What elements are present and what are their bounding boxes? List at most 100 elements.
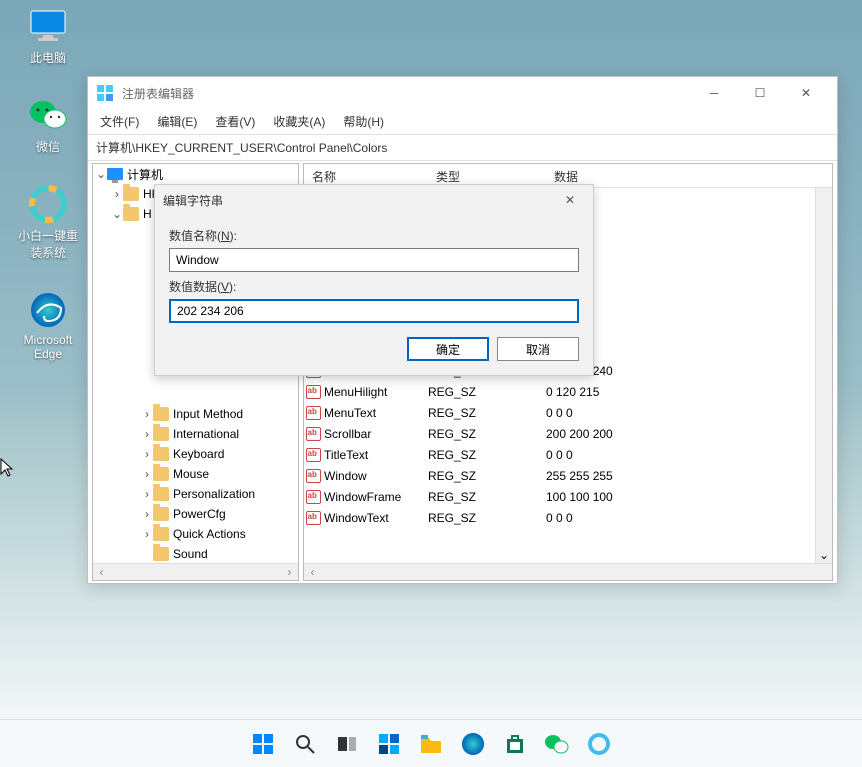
string-value-icon (306, 406, 321, 420)
menu-favorites[interactable]: 收藏夹(A) (265, 109, 333, 134)
folder-icon (123, 187, 139, 201)
desktop-icon-label: 微信 (36, 138, 60, 155)
chevron-right-icon[interactable]: › (141, 427, 153, 441)
scroll-left-icon[interactable]: ‹ (93, 564, 110, 580)
scroll-left-icon[interactable]: ‹ (304, 564, 321, 580)
table-row[interactable]: TitleTextREG_SZ0 0 0 (304, 444, 832, 465)
menu-edit[interactable]: 编辑(E) (149, 109, 205, 134)
regedit-icon (96, 84, 114, 102)
type-cell: REG_SZ (428, 469, 546, 483)
dialog-close-button[interactable]: ✕ (555, 193, 585, 207)
name-cell: MenuHilight (322, 385, 428, 399)
xiaobai-icon[interactable] (585, 730, 613, 758)
search-icon[interactable] (291, 730, 319, 758)
start-button[interactable] (249, 730, 277, 758)
tree-node[interactable]: Quick Actions (173, 527, 246, 541)
folder-icon (153, 407, 169, 421)
chevron-right-icon[interactable]: › (141, 487, 153, 501)
table-row[interactable]: MenuTextREG_SZ0 0 0 (304, 402, 832, 423)
tree-node[interactable]: Sound (173, 547, 208, 561)
chevron-down-icon[interactable]: ⌄ (95, 167, 107, 181)
chevron-right-icon[interactable]: › (141, 407, 153, 421)
menubar: 文件(F) 编辑(E) 查看(V) 收藏夹(A) 帮助(H) (88, 109, 837, 135)
data-cell: 0 0 0 (546, 511, 832, 525)
titlebar[interactable]: 注册表编辑器 ─ ☐ ✕ (88, 77, 837, 109)
edge-icon[interactable] (459, 730, 487, 758)
chevron-right-icon[interactable]: › (111, 187, 123, 201)
name-cell: TitleText (322, 448, 428, 462)
wechat-icon (28, 95, 68, 135)
type-cell: REG_SZ (428, 490, 546, 504)
desktop-icon-label: Microsoft Edge (13, 333, 83, 361)
tree-node[interactable]: Keyboard (173, 447, 224, 461)
scrollbar-horizontal[interactable]: ‹ (304, 563, 832, 580)
desktop-icon-label: 小白一键重装系统 (13, 227, 83, 261)
address-bar[interactable]: 计算机\HKEY_CURRENT_USER\Control Panel\Colo… (88, 135, 837, 161)
chevron-right-icon[interactable]: › (141, 507, 153, 521)
menu-help[interactable]: 帮助(H) (335, 109, 392, 134)
table-row[interactable]: WindowTextREG_SZ0 0 0 (304, 507, 832, 528)
store-icon[interactable] (501, 730, 529, 758)
table-row[interactable]: WindowREG_SZ255 255 255 (304, 465, 832, 486)
folder-icon (153, 427, 169, 441)
edge-icon (28, 290, 68, 330)
scrollbar-horizontal[interactable]: ‹› (93, 563, 298, 580)
close-button[interactable]: ✕ (783, 78, 829, 108)
data-cell: 0 0 0 (546, 406, 832, 420)
name-cell: Scrollbar (322, 427, 428, 441)
maximize-button[interactable]: ☐ (737, 78, 783, 108)
chevron-right-icon[interactable]: › (141, 467, 153, 481)
tree-node[interactable]: Mouse (173, 467, 209, 481)
tree-root[interactable]: 计算机 (127, 166, 163, 183)
wechat-icon[interactable] (543, 730, 571, 758)
data-cell: 0 0 0 (546, 448, 832, 462)
table-row[interactable]: MenuHilightREG_SZ0 120 215 (304, 381, 832, 402)
folder-icon (153, 527, 169, 541)
folder-icon (153, 447, 169, 461)
tree-node[interactable]: Input Method (173, 407, 243, 421)
tree-node[interactable]: H (143, 207, 152, 221)
table-row[interactable]: ScrollbarREG_SZ200 200 200 (304, 423, 832, 444)
chevron-right-icon[interactable]: › (141, 527, 153, 541)
scrollbar-vertical[interactable]: ⌄ (815, 188, 832, 563)
tree-node[interactable]: International (173, 427, 239, 441)
desktop-icon-label: 此电脑 (30, 49, 66, 66)
string-value-icon (306, 448, 321, 462)
dialog-titlebar[interactable]: 编辑字符串 ✕ (155, 185, 593, 215)
desktop-icon-pc[interactable]: 此电脑 (13, 6, 83, 66)
ok-button[interactable]: 确定 (407, 337, 489, 361)
string-value-icon (306, 469, 321, 483)
desktop-icon-wechat[interactable]: 微信 (13, 95, 83, 155)
minimize-button[interactable]: ─ (691, 78, 737, 108)
scroll-right-icon[interactable]: › (281, 564, 298, 580)
value-name-input[interactable] (169, 248, 579, 272)
menu-view[interactable]: 查看(V) (207, 109, 263, 134)
name-cell: MenuText (322, 406, 428, 420)
tree-node[interactable]: PowerCfg (173, 507, 226, 521)
taskview-icon[interactable] (333, 730, 361, 758)
cursor-icon (0, 458, 14, 478)
dialog-title: 编辑字符串 (163, 192, 555, 209)
folder-icon (153, 507, 169, 521)
chevron-down-icon[interactable]: ⌄ (111, 207, 123, 221)
string-value-icon (306, 385, 321, 399)
table-row[interactable]: WindowFrameREG_SZ100 100 100 (304, 486, 832, 507)
widgets-icon[interactable] (375, 730, 403, 758)
type-cell: REG_SZ (428, 406, 546, 420)
data-cell: 0 120 215 (546, 385, 832, 399)
tree-node[interactable]: Personalization (173, 487, 255, 501)
menu-file[interactable]: 文件(F) (92, 109, 147, 134)
scroll-down-icon[interactable]: ⌄ (816, 546, 832, 563)
desktop-icon-xiaobai[interactable]: 小白一键重装系统 (13, 184, 83, 261)
xiaobai-icon (28, 184, 68, 224)
explorer-icon[interactable] (417, 730, 445, 758)
data-cell: 100 100 100 (546, 490, 832, 504)
desktop-icon-edge[interactable]: Microsoft Edge (13, 290, 83, 361)
taskbar[interactable] (0, 719, 862, 767)
value-data-input[interactable] (169, 299, 579, 323)
type-cell: REG_SZ (428, 448, 546, 462)
chevron-right-icon[interactable]: › (141, 447, 153, 461)
folder-icon (153, 467, 169, 481)
cancel-button[interactable]: 取消 (497, 337, 579, 361)
string-value-icon (306, 511, 321, 525)
